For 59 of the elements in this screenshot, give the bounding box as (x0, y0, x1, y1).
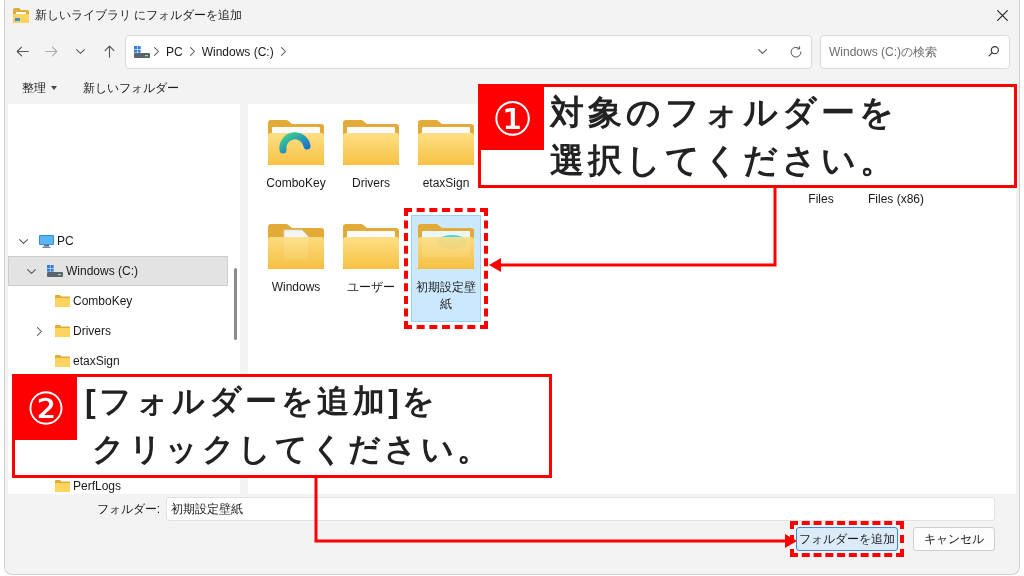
folder-icon (418, 119, 474, 165)
close-icon (996, 10, 1008, 21)
chevron-down-icon (75, 49, 85, 54)
chevron-down-icon[interactable] (18, 238, 28, 244)
folder-icon (343, 223, 399, 269)
chevron-right-icon (189, 47, 195, 56)
field-label: フォルダー: (95, 500, 160, 518)
chevron-right-icon[interactable] (36, 326, 42, 336)
callout-text: [フォルダーを追加]をクリックしてください。 (85, 382, 494, 469)
folder-tile[interactable]: ユーザー (340, 215, 402, 315)
cancel-button[interactable]: キャンセル (913, 527, 995, 551)
folder-icon (418, 223, 474, 269)
arrow-up-icon (103, 45, 115, 58)
folder-tile[interactable]: Drivers (340, 111, 402, 211)
new-folder-button[interactable]: 新しいフォルダー (80, 75, 182, 101)
search-icon (988, 45, 999, 57)
tree-item[interactable]: ComboKey (8, 286, 228, 316)
drive-icon (47, 265, 63, 277)
folder-tile[interactable]: etaxSign (415, 111, 477, 211)
folder-icon (268, 223, 324, 269)
callout-text: 対象のフォルダーを選択してください。 (550, 92, 899, 181)
arrow-right-icon (44, 46, 58, 57)
folder-icon (55, 295, 70, 307)
breadcrumb-item[interactable]: PC (163, 39, 186, 64)
drive-icon (134, 45, 150, 58)
folder-icon (343, 119, 399, 165)
folder-icon (55, 325, 70, 337)
tree-item[interactable]: etaxSign (8, 346, 228, 376)
refresh-icon (790, 45, 802, 58)
chevron-right-icon (280, 47, 286, 56)
organize-button[interactable]: 整理 (19, 75, 60, 101)
folder-icon (55, 480, 70, 492)
tree-item[interactable]: Drivers (8, 316, 228, 346)
folder-tile[interactable]: 初期設定壁紙 (411, 215, 481, 322)
step-number: ② (15, 377, 77, 440)
breadcrumb-item[interactable]: Windows (C:) (198, 39, 277, 64)
scrollbar-thumb[interactable] (234, 268, 237, 340)
step-number: ① (481, 87, 544, 150)
folder-label[interactable]: Files (x86) (868, 191, 924, 208)
caret-icon (51, 86, 57, 90)
tree-item[interactable]: PC (8, 226, 228, 256)
folder-tile[interactable]: Windows (265, 215, 327, 315)
tree-item[interactable]: PerfLogs (8, 478, 228, 494)
window-title: 新しいライブラリ にフォルダーを追加 (35, 7, 243, 24)
folder-tile[interactable]: ComboKey (263, 111, 329, 211)
arrow-left-icon (15, 46, 29, 57)
search-field[interactable]: Windows (C:)の検索 (820, 34, 1010, 69)
folder-icon (13, 8, 29, 23)
tree-item[interactable]: Windows (C:) (8, 256, 228, 286)
folder-name-field[interactable]: 初期設定壁紙 (166, 497, 995, 521)
address-bar[interactable]: PC Windows (C:) (125, 34, 812, 69)
folder-icon (55, 355, 70, 367)
monitor-icon (39, 234, 54, 248)
chevron-right-icon (154, 47, 159, 56)
folder-icon (268, 119, 324, 165)
add-folder-button[interactable]: フォルダーを追加 (796, 527, 898, 551)
chevron-down-icon (757, 49, 767, 54)
folder-label[interactable]: Files (808, 191, 834, 208)
chevron-down-icon[interactable] (26, 268, 36, 274)
